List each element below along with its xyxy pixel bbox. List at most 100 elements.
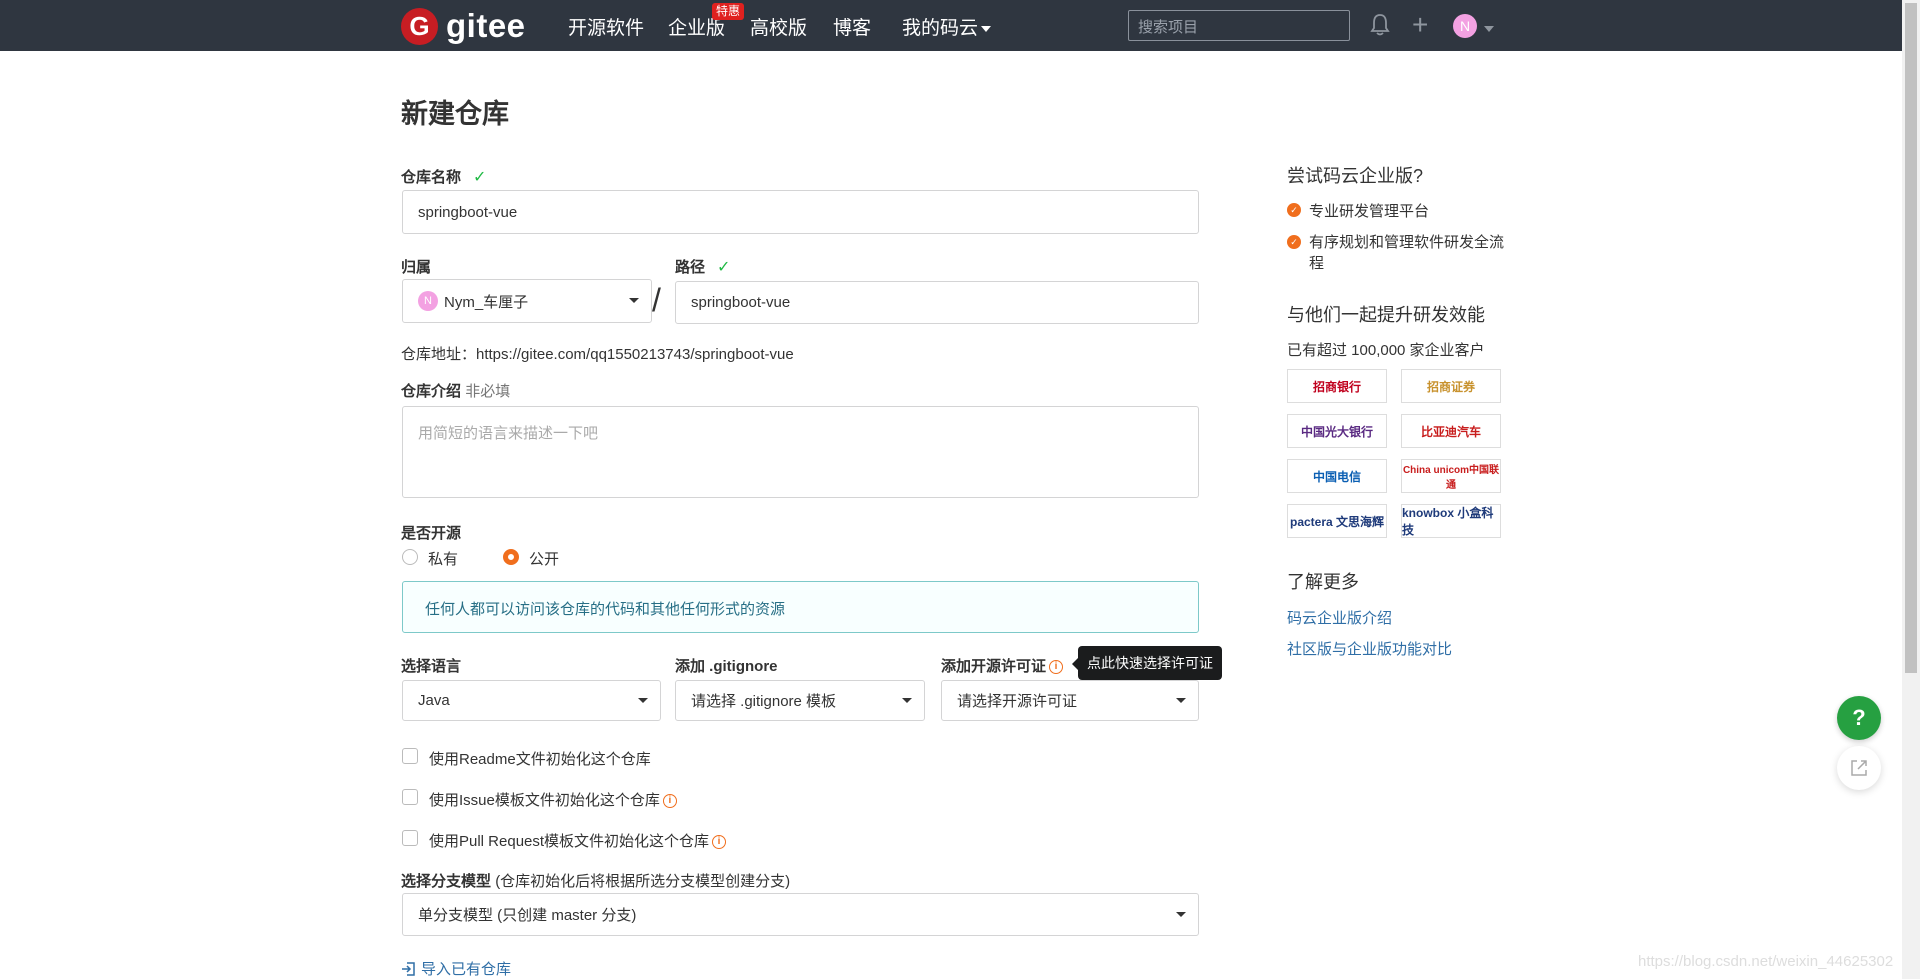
check-icon: ✓ <box>1287 235 1301 249</box>
nav-my-gitee[interactable]: 我的码云 <box>902 13 992 40</box>
branch-model-select[interactable]: 单分支模型 (只创建 master 分支) <box>402 893 1199 936</box>
readme-checkbox-label[interactable]: 使用Readme文件初始化这个仓库 <box>429 748 651 769</box>
path-separator: / <box>652 282 661 318</box>
gitee-logo[interactable]: G gitee <box>401 7 526 45</box>
client-logo: 比亚迪汽车 <box>1401 414 1501 448</box>
owner-avatar: N <box>418 291 438 311</box>
language-label: 选择语言 <box>401 658 462 675</box>
together-title: 与他们一起提升研发效能 <box>1287 305 1485 325</box>
gitee-logo-icon: G <box>401 7 438 45</box>
repo-name-value: springboot-vue <box>418 203 518 221</box>
try-enterprise-title: 尝试码云企业版? <box>1287 166 1424 186</box>
issue-template-checkbox-label[interactable]: 使用Issue模板文件初始化这个仓库 i <box>429 789 677 810</box>
intro-textarea[interactable]: 用简短的语言来描述一下吧 <box>402 406 1199 498</box>
pr-template-checkbox-label[interactable]: 使用Pull Request模板文件初始化这个仓库 i <box>429 830 727 851</box>
chevron-down-icon <box>1176 697 1186 703</box>
path-value: springboot-vue <box>691 294 791 311</box>
branch-model-hint: (仓库初始化后将根据所选分支模型创建分支) <box>495 873 791 890</box>
intro-label-text: 仓库介绍 <box>401 383 462 400</box>
license-label: 添加开源许可证 i <box>941 655 1064 676</box>
nav-open-source[interactable]: 开源软件 <box>568 13 644 40</box>
owner-value: Nym_车厘子 <box>444 293 529 311</box>
language-value: Java <box>418 692 450 709</box>
intro-label: 仓库介绍 非必填 <box>401 380 510 401</box>
repo-name-label-text: 仓库名称 <box>401 169 462 186</box>
intro-placeholder: 用简短的语言来描述一下吧 <box>418 425 599 442</box>
gitignore-label: 添加 .gitignore <box>675 658 778 675</box>
owner-select[interactable]: N Nym_车厘子 <box>402 279 652 323</box>
chevron-down-icon <box>1176 911 1186 917</box>
branch-model-label-text: 选择分支模型 <box>401 873 492 890</box>
scrollbar-thumb[interactable] <box>1905 3 1917 673</box>
path-input[interactable]: springboot-vue <box>675 281 1199 324</box>
feature-item: ✓ 有序规划和管理软件研发全流程 <box>1287 232 1512 274</box>
chevron-down-icon[interactable] <box>1481 20 1494 38</box>
branch-model-value: 单分支模型 (只创建 master 分支) <box>418 907 637 924</box>
enterprise-intro-link[interactable]: 码云企业版介绍 <box>1287 607 1392 628</box>
plus-icon[interactable]: + <box>1412 11 1428 39</box>
readme-checkbox[interactable] <box>402 748 418 764</box>
intro-optional: 非必填 <box>465 383 511 400</box>
check-icon: ✓ <box>1287 203 1301 217</box>
import-icon <box>402 961 415 976</box>
info-icon[interactable]: i <box>662 794 677 809</box>
page-title: 新建仓库 <box>401 99 509 129</box>
feature-item: ✓ 专业研发管理平台 <box>1287 200 1429 221</box>
import-repo-text: 导入已有仓库 <box>421 961 512 978</box>
repo-name-label: 仓库名称 ✓ <box>401 166 486 187</box>
branch-model-label: 选择分支模型 (仓库初始化后将根据所选分支模型创建分支) <box>401 870 790 891</box>
client-logo: China unicom中国联通 <box>1401 459 1501 493</box>
chevron-down-icon <box>902 697 912 703</box>
owner-label: 归属 <box>401 259 432 276</box>
gitee-logo-text: gitee <box>446 7 526 44</box>
pr-template-text: 使用Pull Request模板文件初始化这个仓库 <box>429 833 710 850</box>
avatar[interactable]: N <box>1453 14 1477 38</box>
private-label[interactable]: 私有 <box>428 548 458 569</box>
gitignore-select[interactable]: 请选择 .gitignore 模板 <box>675 680 925 721</box>
language-select[interactable]: Java <box>402 680 661 721</box>
chevron-down-icon <box>981 25 992 32</box>
client-logo: knowbox 小盒科技 <box>1401 504 1501 538</box>
watermark: https://blog.csdn.net/weixin_44625302 <box>1638 953 1894 970</box>
path-label: 路径 ✓ <box>675 256 730 277</box>
license-value: 请选择开源许可证 <box>957 693 1078 710</box>
bell-icon[interactable] <box>1370 13 1390 42</box>
issue-template-checkbox[interactable] <box>402 789 418 805</box>
edit-icon <box>1851 760 1867 776</box>
edition-compare-link[interactable]: 社区版与企业版功能对比 <box>1287 638 1452 659</box>
import-repo-link[interactable]: 导入已有仓库 <box>401 958 511 979</box>
client-logo: 中国光大银行 <box>1287 414 1387 448</box>
repo-url: 仓库地址：https://gitee.com/qq1550213743/spri… <box>401 346 794 363</box>
help-button[interactable]: ? <box>1837 696 1881 740</box>
feedback-button[interactable] <box>1837 746 1881 790</box>
path-label-text: 路径 <box>675 259 706 276</box>
client-logo: 招商银行 <box>1287 369 1387 403</box>
nav-my-gitee-label: 我的码云 <box>902 18 979 39</box>
client-logo: pactera 文思海辉 <box>1287 504 1387 538</box>
chevron-down-icon <box>629 298 639 303</box>
feature-text: 有序规划和管理软件研发全流程 <box>1309 234 1505 272</box>
checkmark-icon: ✓ <box>473 169 487 186</box>
top-navbar: G gitee 开源软件 企业版 特惠 高校版 博客 我的码云 搜索项目 + N <box>0 0 1902 51</box>
client-logo: 招商证券 <box>1401 369 1501 403</box>
promo-badge: 特惠 <box>712 3 745 20</box>
client-logo: 中国电信 <box>1287 459 1387 493</box>
license-label-text: 添加开源许可证 <box>941 658 1047 675</box>
public-radio[interactable] <box>503 549 519 565</box>
feature-text: 专业研发管理平台 <box>1309 203 1430 220</box>
nav-education[interactable]: 高校版 <box>750 13 807 40</box>
open-source-label: 是否开源 <box>401 525 462 542</box>
license-select[interactable]: 请选择开源许可证 <box>941 680 1199 721</box>
issue-template-text: 使用Issue模板文件初始化这个仓库 <box>429 792 660 809</box>
nav-blog[interactable]: 博客 <box>833 13 871 40</box>
repo-name-input[interactable]: springboot-vue <box>402 190 1199 234</box>
private-radio[interactable] <box>402 549 418 565</box>
pr-template-checkbox[interactable] <box>402 830 418 846</box>
info-icon[interactable]: i <box>712 835 727 850</box>
public-label[interactable]: 公开 <box>529 548 559 569</box>
public-info-message: 任何人都可以访问该仓库的代码和其他任何形式的资源 <box>402 581 1199 633</box>
learn-more-title: 了解更多 <box>1287 572 1359 592</box>
license-tooltip: 点此快速选择许可证 <box>1072 646 1222 680</box>
info-icon[interactable]: i <box>1049 660 1064 675</box>
search-input[interactable]: 搜索项目 <box>1128 10 1350 41</box>
